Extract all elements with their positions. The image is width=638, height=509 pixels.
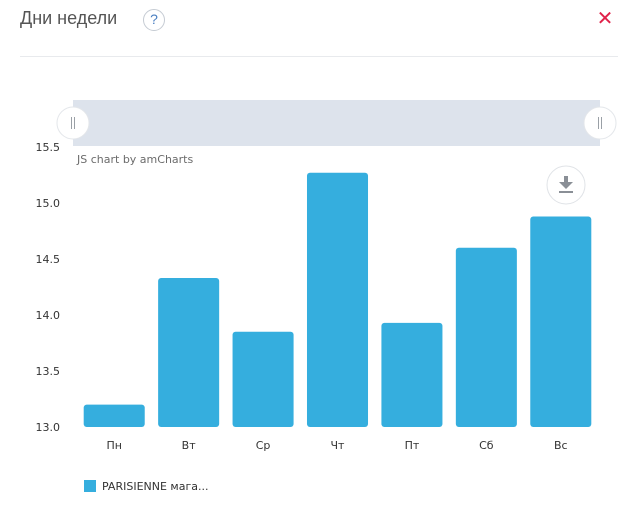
bar[interactable] xyxy=(530,216,592,427)
x-tick-label: Чт xyxy=(331,439,346,452)
download-button[interactable] xyxy=(546,165,586,205)
bar[interactable] xyxy=(381,322,443,427)
scrollbar-left-grip[interactable] xyxy=(56,106,90,140)
x-tick-label: Вс xyxy=(554,439,568,452)
bar[interactable] xyxy=(83,404,145,427)
y-tick-label: 15.5 xyxy=(36,141,61,154)
bar[interactable] xyxy=(455,247,517,427)
chart-credit: JS chart by amCharts xyxy=(76,153,193,166)
scrollbar-right-grip[interactable] xyxy=(583,106,617,140)
chart-legend[interactable]: PARISIENNE мага... xyxy=(84,480,208,493)
legend-label: PARISIENNE мага... xyxy=(102,480,208,493)
x-tick-label: Сб xyxy=(479,439,494,452)
bar[interactable] xyxy=(306,172,369,427)
bar[interactable] xyxy=(232,331,294,427)
y-tick-label: 14.5 xyxy=(36,253,61,266)
legend-swatch xyxy=(84,480,96,492)
bar-chart: JS chart by amCharts 13.0 13.5 14.0 14.5 15.… xyxy=(36,100,617,493)
y-tick-label: 13.0 xyxy=(36,421,61,434)
x-tick-label: Вт xyxy=(182,439,197,452)
x-tick-label: Пт xyxy=(405,439,420,452)
x-tick-label: Пн xyxy=(106,439,121,452)
x-tick-label: Ср xyxy=(256,439,271,452)
y-tick-label: 15.0 xyxy=(36,197,61,210)
y-tick-label: 14.0 xyxy=(36,309,61,322)
y-tick-label: 13.5 xyxy=(36,365,61,378)
chart-scrollbar[interactable] xyxy=(73,100,600,146)
bar[interactable] xyxy=(158,278,220,427)
